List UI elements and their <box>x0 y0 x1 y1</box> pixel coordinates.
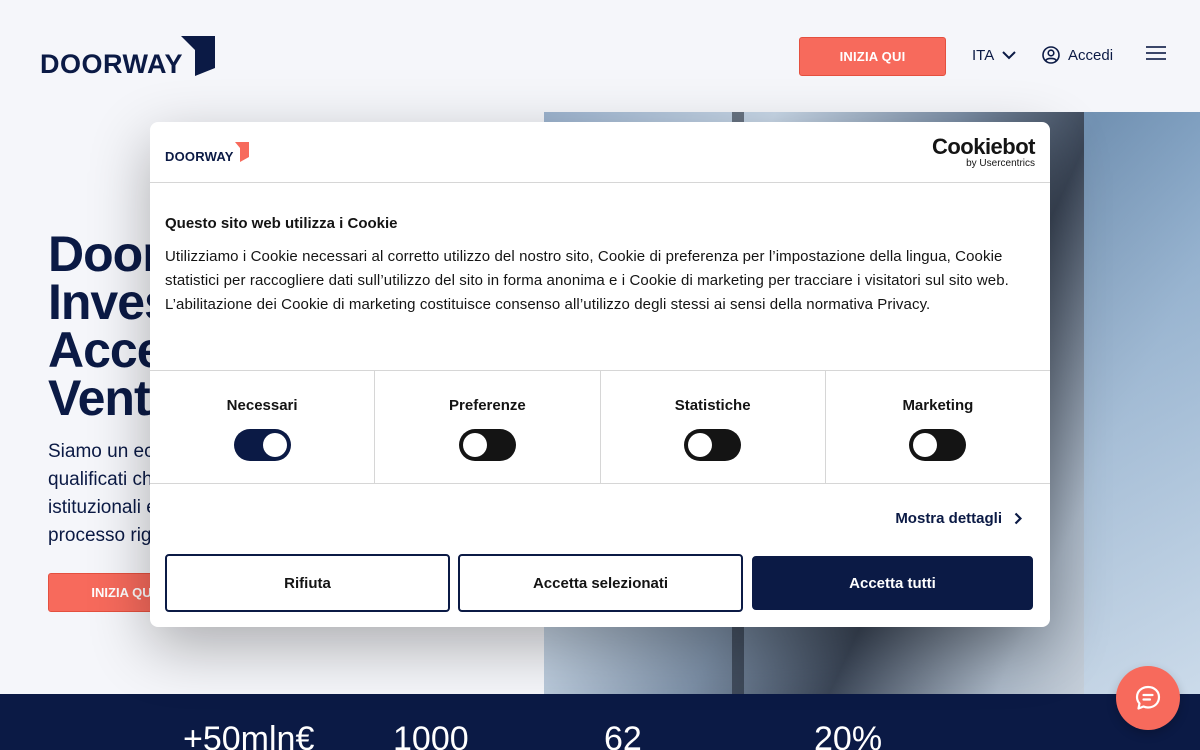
category-label: Preferenze <box>449 397 526 414</box>
stat-value: 20% <box>814 720 883 750</box>
logo-text: DOORWAY <box>40 49 184 79</box>
category-label: Marketing <box>902 397 974 414</box>
site-header: DOORWAY INIZIA QUI ITA Accedi <box>0 0 1200 112</box>
user-circle-icon <box>1042 46 1060 64</box>
cookie-logo-text: DOORWAY <box>165 149 234 164</box>
cookiebot-name: Cookiebot <box>931 134 1036 159</box>
cookie-category-necessary: Necessari <box>150 371 376 483</box>
chevron-down-icon <box>1002 51 1016 60</box>
cookie-dialog-body: Questo sito web utilizza i Cookie Utiliz… <box>150 183 1050 371</box>
category-label: Necessari <box>226 397 298 414</box>
stat-value: 62 <box>604 720 642 750</box>
cookie-dialog-text: Utilizziamo i Cookie necessari al corret… <box>165 248 1009 313</box>
cookie-categories: Necessari Preferenze Statistiche Marketi… <box>150 371 1050 484</box>
language-label: ITA <box>972 47 995 64</box>
accept-all-button[interactable]: Accetta tutti <box>752 556 1033 610</box>
show-details-link[interactable]: Mostra dettagli <box>895 510 1022 527</box>
logo-mark-icon <box>181 36 215 76</box>
cookiebot-logo[interactable]: Cookiebot by Usercentrics <box>931 134 1036 170</box>
start-here-button[interactable]: INIZIA QUI <box>799 37 946 76</box>
preferences-toggle[interactable] <box>458 429 516 461</box>
necessary-toggle[interactable] <box>233 429 291 461</box>
cookie-dialog-title: Questo sito web utilizza i Cookie <box>165 215 398 232</box>
category-label: Statistiche <box>674 397 751 414</box>
login-label: Accedi <box>1068 46 1114 64</box>
chat-button[interactable] <box>1116 666 1180 730</box>
stats-band: +50mln€ 1000 62 20% <box>0 694 1200 750</box>
stat-value: 1000 <box>393 720 469 750</box>
statistics-toggle[interactable] <box>684 429 742 461</box>
chevron-right-icon <box>1014 512 1022 525</box>
show-details-label: Mostra dettagli <box>895 510 1002 527</box>
cookie-category-statistics: Statistiche <box>601 371 826 483</box>
accept-selected-button[interactable]: Accetta selezionati <box>458 554 743 612</box>
cookie-category-preferences: Preferenze <box>375 371 601 483</box>
reject-button[interactable]: Rifiuta <box>165 554 450 612</box>
chat-icon <box>1135 685 1161 710</box>
cookie-dialog-logo: DOORWAY <box>165 142 249 164</box>
logo-mark-icon <box>234 142 249 162</box>
hamburger-menu-icon[interactable] <box>1146 46 1166 62</box>
login-link[interactable]: Accedi <box>1042 46 1113 64</box>
cookie-dialog-header: DOORWAY Cookiebot by Usercentrics <box>150 122 1050 183</box>
doorway-logo[interactable]: DOORWAY <box>40 36 215 79</box>
stat-value: +50mln€ <box>183 720 315 750</box>
cookie-consent-dialog: DOORWAY Cookiebot by Usercentrics Questo… <box>150 122 1050 627</box>
marketing-toggle[interactable] <box>909 429 967 461</box>
cookie-category-marketing: Marketing <box>826 371 1050 483</box>
language-selector[interactable]: ITA <box>972 47 1016 64</box>
cookiebot-sub: by Usercentrics <box>966 158 1035 169</box>
